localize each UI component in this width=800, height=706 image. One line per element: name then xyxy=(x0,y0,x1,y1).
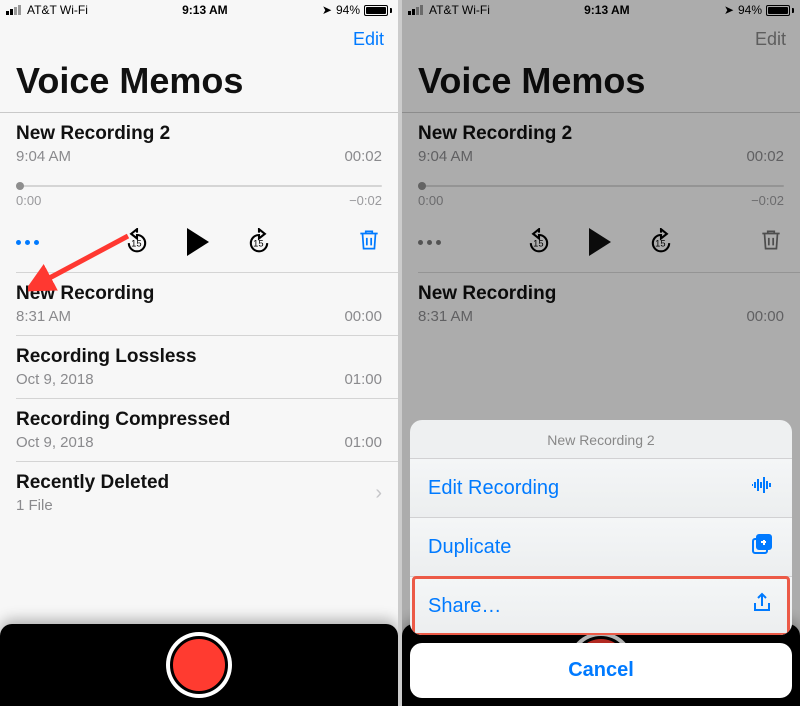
carrier-label: AT&T Wi-Fi xyxy=(27,3,88,17)
edit-button[interactable]: Edit xyxy=(353,29,384,50)
waveform-icon xyxy=(750,473,774,503)
elapsed-label: 0:00 xyxy=(16,193,41,208)
more-options-button[interactable] xyxy=(16,240,39,245)
scrubber[interactable] xyxy=(16,179,382,193)
edit-recording-option[interactable]: Edit Recording xyxy=(410,458,792,517)
cancel-button[interactable]: Cancel xyxy=(410,643,792,698)
selected-recording-row[interactable]: New Recording 2 9:04 AM 00:02 xyxy=(0,113,398,175)
chevron-right-icon: › xyxy=(375,482,382,505)
recording-title: Recording Compressed xyxy=(16,409,382,431)
signal-icon xyxy=(6,5,21,15)
battery-icon xyxy=(364,5,392,16)
sheet-title: New Recording 2 xyxy=(410,420,792,458)
action-sheet: New Recording 2 Edit Recording Duplicate… xyxy=(410,420,792,698)
duplicate-icon xyxy=(750,532,774,562)
forward-15-button[interactable]: 15 xyxy=(245,228,273,256)
battery-pct-label: 94% xyxy=(336,3,360,17)
play-button[interactable] xyxy=(187,228,209,256)
player: 0:00 −0:02 15 15 xyxy=(0,179,398,272)
remaining-label: −0:02 xyxy=(349,193,382,208)
recording-time: 9:04 AM xyxy=(16,148,71,165)
duplicate-option[interactable]: Duplicate xyxy=(410,517,792,576)
svg-text:15: 15 xyxy=(131,239,141,249)
status-bar: AT&T Wi-Fi 9:13 AM ➤ 94% xyxy=(0,0,398,20)
rewind-15-button[interactable]: 15 xyxy=(123,228,151,256)
nav-bar: Edit xyxy=(0,20,398,58)
recording-duration: 00:02 xyxy=(344,148,382,165)
annotation-highlight xyxy=(412,576,790,635)
recently-deleted-title: Recently Deleted xyxy=(16,472,367,494)
recording-title: New Recording xyxy=(16,283,382,305)
recording-title: New Recording 2 xyxy=(16,123,382,145)
page-title: Voice Memos xyxy=(0,58,398,112)
location-icon: ➤ xyxy=(322,3,332,17)
record-bar xyxy=(0,624,398,706)
recording-title: Recording Lossless xyxy=(16,346,382,368)
delete-button[interactable] xyxy=(356,227,382,258)
svg-text:15: 15 xyxy=(253,239,263,249)
share-option[interactable]: Share… xyxy=(410,576,792,635)
clock-label: 9:13 AM xyxy=(182,3,228,17)
recording-row[interactable]: Recording Lossless Oct 9, 201801:00 xyxy=(0,336,398,398)
recording-row[interactable]: Recording Compressed Oct 9, 201801:00 xyxy=(0,399,398,461)
recently-deleted-row[interactable]: Recently Deleted 1 File › xyxy=(0,462,398,524)
screenshot-right: AT&T Wi-Fi 9:13 AM ➤ 94% Edit Voice Memo… xyxy=(402,0,800,706)
record-button[interactable] xyxy=(170,636,228,694)
recording-row[interactable]: New Recording 8:31 AM00:00 xyxy=(0,273,398,335)
screenshot-left: AT&T Wi-Fi 9:13 AM ➤ 94% Edit Voice Memo… xyxy=(0,0,398,706)
